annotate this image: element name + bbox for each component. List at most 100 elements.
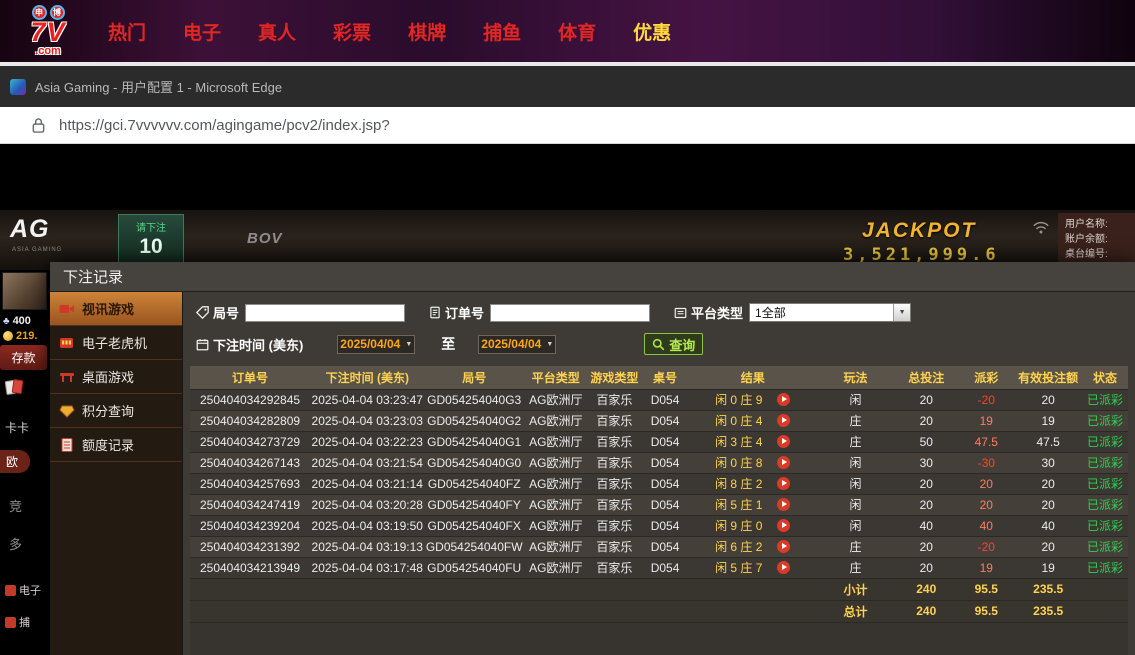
replay-video-button[interactable]	[777, 498, 791, 511]
site-logo[interactable]: 申 博 7V .com	[16, 5, 80, 57]
browser-title-bar: Asia Gaming - 用户配置 1 - Microsoft Edge	[0, 62, 1135, 107]
left-rail-fragment[interactable]: 捕	[5, 614, 30, 630]
cell-platform: AG欧洲厅	[523, 452, 588, 474]
search-button[interactable]: 查询	[644, 333, 704, 355]
column-header: 有效投注额	[1014, 366, 1082, 390]
cell-platform: AG欧洲厅	[523, 389, 588, 411]
nav-item-7[interactable]: 体育	[558, 18, 596, 45]
grand_total-row: 总计 240 95.5 235.5	[190, 600, 1128, 623]
cell-total: 20	[894, 410, 959, 432]
menu-item-icon	[5, 616, 16, 628]
replay-video-button[interactable]	[777, 561, 791, 574]
nav-item-5[interactable]: 棋牌	[408, 18, 446, 45]
replay-video-button[interactable]	[777, 540, 791, 553]
cell-order: 250404034292845	[190, 389, 311, 411]
nav-item-1[interactable]: 热门	[108, 18, 146, 45]
subtotal-total: 240	[894, 578, 959, 601]
balance-row-1: ♣ 400	[3, 315, 31, 327]
cell-total: 30	[894, 452, 959, 474]
replay-video-button[interactable]	[777, 414, 791, 427]
lock-icon[interactable]	[31, 117, 46, 134]
cell-order: 250404034213949	[190, 557, 311, 579]
cell-play: 闲	[816, 473, 895, 495]
sidebar-item-5[interactable]: 额度记录	[50, 428, 182, 462]
cell-table: D054	[641, 452, 689, 474]
table-row: 250404034267143 2025-04-04 03:21:54 GD0542…	[190, 452, 1128, 474]
cell-round: GD054254040FY	[424, 494, 524, 516]
nav-item-3[interactable]: 真人	[258, 18, 296, 45]
cell-platform: AG欧洲厅	[523, 557, 588, 579]
avatar[interactable]	[2, 272, 47, 310]
user-info-label: 账户余额:	[1065, 234, 1108, 245]
replay-video-button[interactable]	[777, 456, 791, 469]
grand_total-end-spacer	[1081, 600, 1128, 623]
cell-play: 庄	[816, 431, 895, 453]
window-title: Asia Gaming - 用户配置 1 - Microsoft Edge	[35, 80, 283, 95]
cards-icon[interactable]	[4, 378, 24, 396]
cell-order: 250404034239204	[190, 515, 311, 537]
deposit-button[interactable]: 存款	[0, 345, 47, 370]
replay-video-button[interactable]	[777, 477, 791, 490]
cell-status: 已派彩	[1081, 452, 1128, 474]
cell-order: 250404034273729	[190, 431, 311, 453]
cell-round: GD054254040G3	[424, 389, 524, 411]
menu-item-icon	[5, 584, 16, 596]
left-rail-fragment[interactable]: 卡卡	[5, 419, 29, 436]
order-icon	[429, 306, 441, 319]
replay-video-button[interactable]	[777, 393, 791, 406]
cell-status: 已派彩	[1081, 515, 1128, 537]
url-text[interactable]: https://gci.7vvvvvv.com/agingame/pcv2/in…	[59, 117, 390, 134]
sidebar-item-4[interactable]: 积分查询	[50, 394, 182, 428]
left-rail-fragment[interactable]: 多	[9, 534, 22, 553]
nav-menu: 热门 电子 真人 彩票 棋牌 捕鱼 体育 优惠	[108, 18, 671, 45]
table-row: 250404034292845 2025-04-04 03:23:47 GD0542…	[190, 389, 1128, 411]
column-header: 平台类型	[523, 366, 588, 390]
date-from-picker[interactable]: 2025/04/04 ▼	[337, 334, 416, 354]
bet-table-body: 250404034292845 2025-04-04 03:23:47 GD0542…	[190, 389, 1128, 623]
left-rail: ♣ 400 219. 存款 卡卡欧竞多电子捕	[0, 264, 50, 655]
cell-valid: 20	[1014, 473, 1082, 495]
sidebar-item-1[interactable]: 视讯游戏	[50, 292, 182, 326]
user-info-panel: 用户名称: 账户余额: 桌台编号:	[1058, 213, 1135, 267]
date-to-picker[interactable]: 2025/04/04 ▼	[478, 334, 557, 354]
chip-icon: ♣	[3, 315, 10, 327]
cell-payout: 19	[958, 557, 1015, 579]
balance-value-1: 400	[12, 315, 31, 327]
cell-result: 闲 9 庄 0	[688, 515, 817, 537]
cell-table: D054	[641, 494, 689, 516]
subtotal-payout: 95.5	[958, 578, 1015, 601]
cell-round: GD054254040FX	[424, 515, 524, 537]
left-rail-fragment[interactable]: 电子	[5, 582, 41, 598]
cell-table: D054	[641, 557, 689, 579]
record-icon	[59, 437, 75, 453]
nav-item-2[interactable]: 电子	[183, 18, 221, 45]
cell-total: 20	[894, 389, 959, 411]
nav-item-8[interactable]: 优惠	[633, 18, 671, 45]
left-rail-fragment[interactable]: 欧	[0, 450, 31, 473]
sidebar-item-3[interactable]: 桌面游戏	[50, 360, 182, 394]
left-rail-fragment-label: 捕	[19, 617, 30, 629]
logo-text: 7V	[30, 17, 66, 47]
order-number-input[interactable]	[490, 303, 651, 322]
replay-video-button[interactable]	[777, 435, 791, 448]
cell-total: 20	[894, 536, 959, 558]
cell-result: 闲 0 庄 8	[688, 452, 817, 474]
page-content: AG ASIA GAMING 请下注 10 BOV JACKPOT 3,521,…	[0, 144, 1135, 655]
left-rail-fragment[interactable]: 竞	[9, 496, 22, 515]
platform-type-select[interactable]: 1全部 ▼	[749, 303, 912, 322]
search-button-label: 查询	[669, 337, 696, 353]
cell-valid: 30	[1014, 452, 1082, 474]
round-number-input[interactable]	[245, 303, 406, 322]
nav-item-4[interactable]: 彩票	[333, 18, 371, 45]
cell-valid: 19	[1014, 410, 1082, 432]
nav-item-6[interactable]: 捕鱼	[483, 18, 521, 45]
subtotal-spacer	[190, 578, 817, 601]
order-number-label-text: 订单号	[445, 306, 485, 321]
browser-url-bar[interactable]: https://gci.7vvvvvv.com/agingame/pcv2/in…	[0, 107, 1135, 144]
balance-row-2: 219.	[3, 330, 37, 342]
cell-play: 闲	[816, 389, 895, 411]
replay-video-button[interactable]	[777, 519, 791, 532]
cell-result: 闲 5 庄 7	[688, 557, 817, 579]
result-text: 闲 0 庄 8	[715, 456, 763, 470]
sidebar-item-2[interactable]: 电子老虎机	[50, 326, 182, 360]
